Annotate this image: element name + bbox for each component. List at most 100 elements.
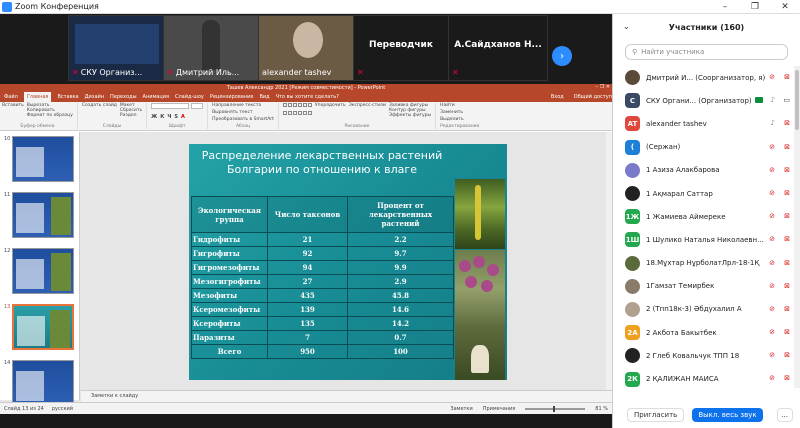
italic-icon[interactable]: К (160, 114, 164, 120)
mic-muted-icon[interactable]: ⊘ (769, 212, 775, 220)
minimize-button[interactable]: – (710, 0, 740, 14)
tab-review[interactable]: Рецензирование (210, 94, 254, 100)
font-size-box[interactable] (191, 103, 204, 109)
find-button[interactable]: Найти (440, 103, 479, 108)
participant-row[interactable]: 1Ш 1 Шулико Наталья Николаевн... ⊘ ⊠ (613, 228, 793, 251)
tell-me-search[interactable]: Что вы хотите сделать? (276, 94, 339, 100)
mic-muted-icon[interactable]: ⊘ (769, 73, 775, 81)
tab-slideshow[interactable]: Слайд-шоу (175, 94, 204, 100)
participant-row[interactable]: 2К 2 ҚАЛИЖАН МАЙСА ⊘ ⊠ (613, 367, 793, 388)
video-off-icon[interactable]: ⊠ (784, 235, 790, 243)
video-tile-dmitry[interactable]: ✕ Дмитрий Иль... (163, 15, 259, 81)
invite-button[interactable]: Пригласить (627, 408, 685, 422)
participant-row[interactable]: 1Ж 1 Жамиева Аймереке ⊘ ⊠ (613, 205, 793, 228)
video-off-icon[interactable]: ⊠ (784, 166, 790, 174)
mic-muted-icon[interactable]: ⊘ (769, 328, 775, 336)
arrange-button[interactable]: Упорядочить (315, 103, 346, 118)
search-input[interactable]: Найти участника (641, 48, 704, 56)
mic-muted-icon[interactable]: ⊘ (769, 259, 775, 267)
close-button[interactable]: ✕ (770, 0, 800, 14)
current-slide[interactable]: Распределение лекарственных растений Бол… (189, 144, 507, 380)
mic-muted-icon[interactable]: ⊘ (769, 282, 775, 290)
mic-muted-icon[interactable]: ⊘ (769, 351, 775, 359)
tab-animation[interactable]: Анимация (143, 94, 169, 100)
search-field[interactable]: ⚲ Найти участника (625, 44, 788, 60)
participant-row[interactable]: 1 Азиза Алакбарова ⊘ ⊠ (613, 159, 793, 182)
section-button[interactable]: Раздел (120, 113, 142, 118)
underline-icon[interactable]: Ч (167, 114, 171, 120)
share-button[interactable]: Общий доступ (574, 94, 612, 100)
participant-row[interactable]: Дмитрий И... (Соорганизатор, я) ⊘ ⊠ (613, 66, 793, 89)
shape-effects-button[interactable]: Эффекты фигуры (389, 113, 431, 118)
more-button[interactable]: ... (776, 408, 793, 422)
shapes-gallery[interactable] (282, 103, 312, 118)
participant-row[interactable]: С СКУ Органи... (Организатор) ♪ ▭ (613, 89, 793, 112)
mic-muted-icon[interactable]: ⊘ (769, 374, 775, 382)
tab-file[interactable]: Файл (4, 94, 18, 100)
video-off-icon[interactable]: ⊠ (784, 282, 790, 290)
video-off-icon[interactable]: ⊠ (784, 143, 790, 151)
participant-row[interactable]: 2А 2 Акбота Бакытбек ⊘ ⊠ (613, 321, 793, 344)
comments-toggle[interactable]: Примечания (483, 406, 516, 412)
slide-thumb-selected[interactable]: 13 (4, 304, 74, 352)
font-color-icon[interactable]: A (181, 114, 185, 120)
participant-row[interactable]: 18.Мұхтар НұрболатЛрл-18-1Қ ⊘ ⊠ (613, 252, 793, 275)
signin-link[interactable]: Вход (551, 94, 564, 100)
video-tile-organizer[interactable]: ✕ СКУ Организ... (68, 15, 164, 81)
tab-design[interactable]: Дизайн (85, 94, 104, 100)
video-off-icon[interactable]: ⊠ (784, 328, 790, 336)
participant-row[interactable]: AT alexander tashev ♪ ⊠ (613, 112, 793, 135)
next-page-icon[interactable]: › (552, 46, 572, 66)
replace-button[interactable]: Заменить (440, 110, 479, 115)
video-off-icon[interactable]: ⊠ (784, 119, 790, 127)
notes-pane[interactable]: Заметки к слайду (81, 390, 612, 402)
participant-row[interactable]: 2 (Тпп18к-3) Әбдухалил А ⊘ ⊠ (613, 298, 793, 321)
text-direction-button[interactable]: Направление текста (212, 103, 274, 108)
participant-row[interactable]: 1 Ақмарал Саттар ⊘ ⊠ (613, 182, 793, 205)
mic-muted-icon[interactable]: ⊘ (769, 189, 775, 197)
notes-toggle[interactable]: Заметки (450, 406, 472, 412)
video-off-icon[interactable]: ⊠ (784, 259, 790, 267)
video-off-icon[interactable]: ⊠ (784, 212, 790, 220)
participant-row[interactable]: 1Гамзат Темирбек ⊘ ⊠ (613, 275, 793, 298)
mic-muted-icon[interactable]: ⊘ (769, 235, 775, 243)
smartart-button[interactable]: Преобразовать в SmartArt (212, 117, 274, 122)
mic-icon[interactable]: ♪ (771, 96, 775, 104)
video-tile-saidkhanov[interactable]: А.Сайдханов Н... ✕ (448, 15, 548, 81)
video-icon[interactable]: ▭ (783, 96, 790, 104)
tab-transitions[interactable]: Переходы (110, 94, 137, 100)
tab-view[interactable]: Вид (259, 94, 269, 100)
format-painter-button[interactable]: Формат по образцу (27, 113, 73, 118)
tab-home[interactable]: Главная (23, 92, 52, 102)
chevron-down-icon[interactable]: ⌄ (623, 22, 630, 31)
video-off-icon[interactable]: ⊠ (784, 351, 790, 359)
bold-icon[interactable]: Ж (151, 114, 157, 120)
mic-muted-icon[interactable]: ⊘ (769, 166, 775, 174)
text-format-buttons[interactable]: ЖКЧSA (151, 114, 203, 120)
participants-scrollbar[interactable] (794, 66, 800, 388)
video-off-icon[interactable]: ⊠ (784, 73, 790, 81)
quick-styles-button[interactable]: Экспресс-стили (349, 103, 386, 118)
slide-thumb[interactable]: 10 (4, 136, 74, 184)
select-button[interactable]: Выделить (440, 117, 479, 122)
restore-button[interactable]: ❐ (740, 0, 770, 14)
mic-icon[interactable]: ♪ (771, 119, 775, 127)
new-slide-button[interactable]: Создать слайд (82, 103, 117, 118)
participant-row[interactable]: 2 Глеб Ковальчук ТПП 18 ⊘ ⊠ (613, 344, 793, 367)
video-off-icon[interactable]: ⊠ (784, 374, 790, 382)
video-tile-translator[interactable]: Переводчик ✕ (353, 15, 449, 81)
align-text-button[interactable]: Выровнять текст (212, 110, 274, 115)
video-tile-alexander[interactable]: alexander tashev (258, 15, 354, 81)
font-name-box[interactable] (151, 103, 190, 109)
strike-icon[interactable]: S (174, 114, 178, 120)
slide-thumb[interactable]: 11 (4, 192, 74, 240)
mic-muted-icon[interactable]: ⊘ (769, 143, 775, 151)
video-off-icon[interactable]: ⊠ (784, 305, 790, 313)
mic-muted-icon[interactable]: ⊘ (769, 305, 775, 313)
paste-button[interactable]: Вставить (2, 103, 24, 118)
slide-thumb[interactable]: 12 (4, 248, 74, 296)
zoom-slider[interactable] (525, 405, 586, 412)
participant-row[interactable]: ((Сержан) ⊘ ⊠ (613, 136, 793, 159)
mute-all-button[interactable]: Выкл. весь звук (692, 408, 763, 422)
video-off-icon[interactable]: ⊠ (784, 189, 790, 197)
